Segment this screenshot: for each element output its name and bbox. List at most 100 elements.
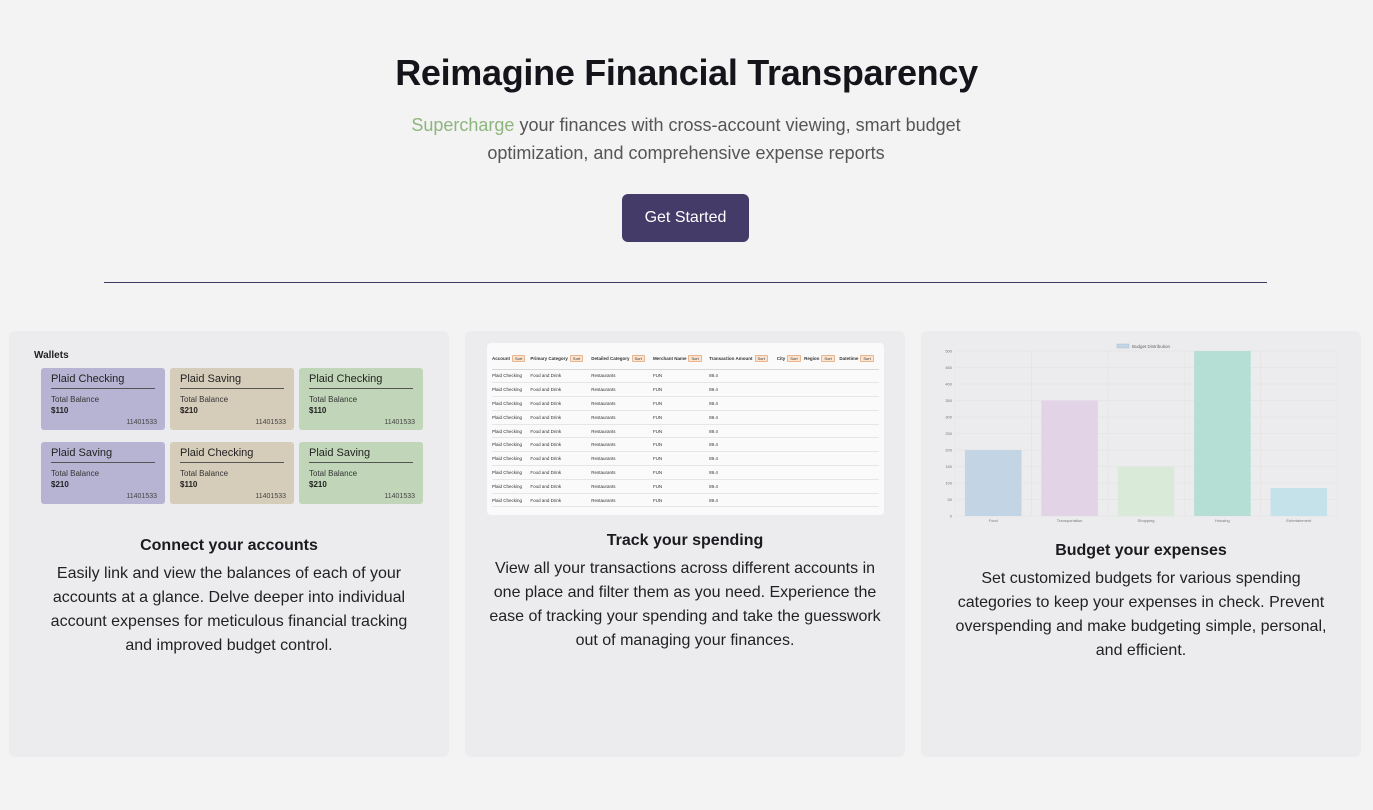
table-cell: Restaurants — [591, 465, 653, 480]
wallet-card[interactable]: Plaid Saving Total Balance $210 11401533 — [41, 442, 165, 504]
table-cell: 89.4 — [709, 410, 777, 425]
wallet-number: 11401533 — [126, 419, 157, 426]
wallet-card[interactable]: Plaid Checking Total Balance $110 11401533 — [41, 368, 165, 430]
table-header: Region Sort — [804, 349, 840, 370]
table-cell: Plaid Checking — [492, 369, 531, 384]
feature-title: Track your spending — [606, 532, 764, 549]
table-row[interactable]: Plaid Checking Food and Drink Restaurants F… — [492, 369, 879, 384]
wallet-number: 11401533 — [384, 419, 415, 426]
table-cell — [839, 424, 879, 439]
table-cell: 89.4 — [709, 465, 777, 480]
wallet-balance-label: Total Balance — [309, 469, 358, 478]
y-tick-label: 450 — [945, 365, 952, 370]
table-row[interactable]: Plaid Checking Food and Drink Restaurants F… — [492, 410, 879, 425]
table-cell: 89.4 — [709, 493, 777, 508]
y-tick-label: 50 — [948, 497, 953, 502]
wallet-balance: $210 — [180, 406, 198, 415]
table-row[interactable]: Plaid Checking Food and Drink Restaurants F… — [492, 437, 879, 453]
table-cell: FUN — [652, 382, 710, 398]
x-tick-label: Food — [989, 518, 998, 523]
table-cell — [776, 479, 805, 494]
sort-button[interactable]: Sort — [787, 355, 801, 363]
chart-bar — [1117, 466, 1175, 516]
wallet-card[interactable]: Plaid Saving Total Balance $210 11401533 — [299, 442, 423, 504]
table-cell: Restaurants — [591, 451, 653, 467]
wallet-balance: $110 — [180, 480, 198, 489]
table-cell: Plaid Checking — [492, 396, 531, 411]
y-tick-label: 350 — [945, 398, 952, 403]
table-cell — [804, 396, 840, 411]
hero-subtitle: Supercharge your finances with cross-acc… — [386, 111, 986, 167]
column-label: Merchant Name — [652, 356, 687, 362]
sort-button[interactable]: Sort — [569, 355, 584, 363]
wallet-balance-label: Total Balance — [180, 395, 229, 404]
table-cell — [839, 465, 879, 480]
table-cell — [839, 410, 879, 425]
column-label: Primary Category — [530, 356, 568, 362]
wallet-balance-label: Total Balance — [180, 469, 229, 478]
chart-bar — [1270, 487, 1328, 516]
wallet-balance-label: Total Balance — [309, 395, 358, 404]
table-cell: Restaurants — [591, 396, 653, 411]
table-cell: FUN — [652, 437, 710, 453]
sort-button[interactable]: Sort — [688, 355, 702, 363]
table-cell — [839, 437, 879, 453]
table-cell: Restaurants — [591, 479, 653, 494]
table-cell: Food and Drink — [530, 382, 592, 398]
y-tick-label: 400 — [945, 382, 952, 387]
wallet-balance: $110 — [51, 406, 69, 415]
table-cell: FUN — [652, 451, 710, 467]
wallet-balance: $210 — [309, 480, 327, 489]
table-row[interactable]: Plaid Checking Food and Drink Restaurants F… — [492, 479, 879, 494]
table-cell — [804, 493, 840, 508]
get-started-button[interactable]: Get Started — [622, 194, 749, 242]
table-header: Datetime Sort — [839, 349, 879, 370]
wallet-card[interactable]: Plaid Saving Total Balance $210 11401533 — [170, 368, 294, 430]
feature-description: View all your transactions across differ… — [489, 560, 881, 649]
table-row[interactable]: Plaid Checking Food and Drink Restaurants F… — [492, 382, 879, 398]
column-label: Datetime — [839, 356, 859, 362]
table-row[interactable]: Plaid Checking Food and Drink Restaurants F… — [492, 493, 879, 508]
table-row[interactable]: Plaid Checking Food and Drink Restaurants F… — [492, 465, 879, 480]
table-cell — [776, 410, 805, 425]
y-tick-label: 250 — [945, 431, 952, 436]
chart-bar — [1041, 400, 1098, 516]
table-cell: FUN — [652, 465, 710, 480]
table-cell: Restaurants — [591, 382, 653, 398]
sort-button[interactable]: Sort — [860, 355, 874, 363]
table-header: City Sort — [776, 349, 805, 370]
sort-button[interactable]: Sort — [754, 355, 768, 363]
table-cell — [804, 465, 840, 480]
wallet-number: 11401533 — [255, 493, 286, 500]
table-cell — [776, 437, 805, 453]
wallet-name: Plaid Saving — [51, 447, 155, 463]
y-tick-label: 200 — [945, 448, 952, 453]
sort-button[interactable]: Sort — [631, 355, 645, 363]
table-cell — [776, 369, 805, 384]
table-cell: Plaid Checking — [492, 493, 531, 508]
table-cell: 89.4 — [709, 437, 777, 453]
chart-bar — [964, 450, 1022, 516]
sort-button[interactable]: Sort — [821, 355, 835, 363]
sort-button[interactable]: Sort — [512, 355, 526, 363]
table-header: Detailed Category Sort — [591, 349, 653, 370]
table-row[interactable]: Plaid Checking Food and Drink Restaurants F… — [492, 451, 879, 467]
table-cell: Food and Drink — [530, 437, 592, 453]
table-cell: 89.4 — [709, 382, 777, 398]
table-cell: Food and Drink — [530, 465, 592, 480]
table-cell: Plaid Checking — [492, 465, 531, 480]
x-tick-label: Entertainment — [1286, 518, 1312, 523]
table-cell: 89.4 — [709, 451, 777, 467]
table-row[interactable]: Plaid Checking Food and Drink Restaurants F… — [492, 424, 879, 439]
table-row[interactable]: Plaid Checking Food and Drink Restaurants F… — [492, 396, 879, 411]
table-cell: Plaid Checking — [492, 424, 531, 439]
x-tick-label: Shopping — [1138, 518, 1155, 523]
wallet-card[interactable]: Plaid Checking Total Balance $110 11401533 — [299, 368, 423, 430]
table-cell: Plaid Checking — [492, 451, 531, 467]
table-cell: Plaid Checking — [492, 382, 531, 398]
hero-title: Reimagine Financial Transparency — [395, 52, 978, 93]
wallet-card[interactable]: Plaid Checking Total Balance $110 11401533 — [170, 442, 294, 504]
table-cell: Plaid Checking — [492, 479, 531, 494]
chart-bar — [1194, 351, 1251, 516]
table-cell: Plaid Checking — [492, 410, 531, 425]
